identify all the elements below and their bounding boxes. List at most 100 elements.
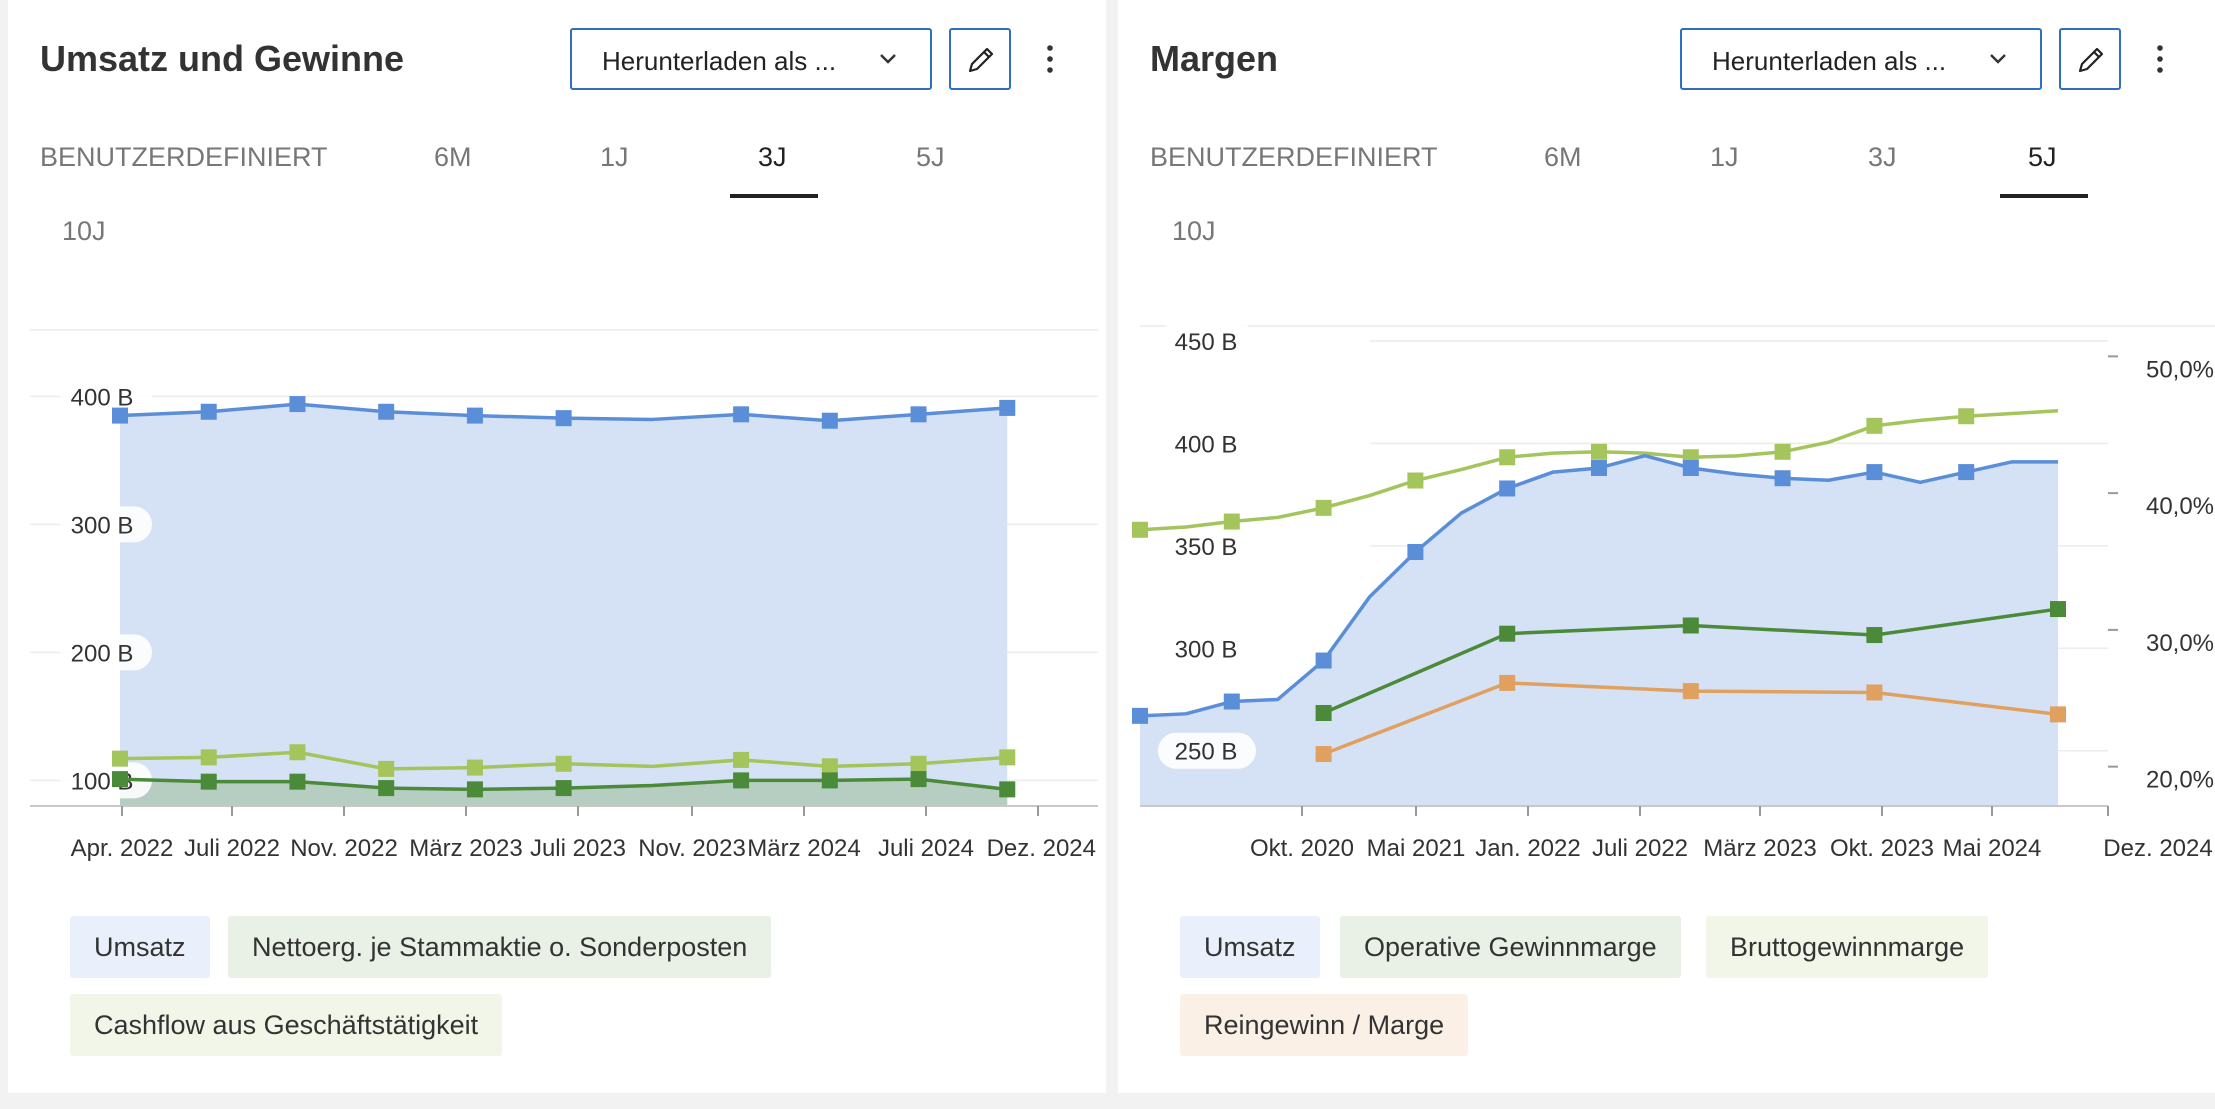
marker-umsatz: [466, 407, 483, 424]
marker-operative-gewinnmarge: [1315, 705, 1332, 722]
marker-cashflow-aus-gesch-ftst-tigkeit: [999, 749, 1016, 766]
y-right-tick-label: 50,0%: [2146, 356, 2214, 383]
x-tick-label: März 2023: [1703, 835, 1816, 862]
x-tick-label: Juli 2022: [184, 835, 280, 862]
marker-bruttogewinnmarge: [1315, 499, 1332, 516]
x-tick-label: Nov. 2022: [290, 835, 398, 862]
marker-cashflow-aus-gesch-ftst-tigkeit: [821, 758, 838, 775]
x-tick-label: Nov. 2023: [638, 835, 746, 862]
y-tick-label: 300 B: [71, 512, 134, 539]
area-umsatz: [120, 404, 1008, 806]
marker-umsatz: [733, 406, 750, 423]
marker-cashflow-aus-gesch-ftst-tigkeit: [378, 760, 395, 777]
marker-reingewinn-marge: [1499, 674, 1516, 691]
x-tick-label: Jan. 2022: [1475, 835, 1580, 862]
marker-cashflow-aus-gesch-ftst-tigkeit: [555, 755, 572, 772]
marker-reingewinn-marge: [1315, 746, 1332, 763]
marker-reingewinn-marge: [1682, 683, 1699, 700]
x-tick-label: März 2023: [409, 835, 522, 862]
x-tick-label: Juli 2024: [878, 835, 974, 862]
legend-item-bruttogewinnmarge[interactable]: Bruttogewinnmarge: [1706, 916, 1989, 978]
marker-nettoerg-je-stammaktie-o-sonderposten: [999, 781, 1016, 798]
legend-item-umsatz[interactable]: Umsatz: [1180, 916, 1320, 978]
legend-item-cashflow[interactable]: Cashflow aus Geschäftstätigkeit: [70, 994, 503, 1056]
marker-nettoerg-je-stammaktie-o-sonderposten: [378, 780, 395, 797]
marker-nettoerg-je-stammaktie-o-sonderposten: [466, 781, 483, 798]
marker-bruttogewinnmarge: [1866, 417, 1883, 434]
marker-nettoerg-je-stammaktie-o-sonderposten: [733, 772, 750, 789]
y-tick-label: 400 B: [71, 384, 134, 411]
marker-umsatz: [999, 399, 1016, 416]
marker-bruttogewinnmarge: [1407, 472, 1424, 489]
marker-operative-gewinnmarge: [1866, 627, 1883, 644]
marker-operative-gewinnmarge: [1682, 617, 1699, 634]
revenue-profit-chart: 100 B200 B300 B400 BApr. 2022 Juli 2022 No…: [30, 329, 1098, 862]
panel-umsatz-und-gewinne: Umsatz und Gewinne Herunterladen als ...…: [8, 0, 1106, 1093]
x-tick-label: März 2024: [747, 835, 860, 862]
marker-nettoerg-je-stammaktie-o-sonderposten: [200, 773, 217, 790]
marker-umsatz: [200, 403, 217, 420]
marker-umsatz: [555, 410, 572, 427]
y-left-tick-label: 450 B: [1175, 329, 1238, 356]
marker-umsatz: [289, 396, 306, 413]
marker-cashflow-aus-gesch-ftst-tigkeit: [112, 750, 128, 767]
marker-umsatz: [1223, 693, 1240, 710]
y-left-tick-label: 300 B: [1175, 636, 1238, 663]
y-right-tick-label: 30,0%: [2146, 630, 2214, 657]
marker-umsatz: [821, 412, 838, 429]
y-left-tick-label: 250 B: [1175, 739, 1238, 766]
marker-nettoerg-je-stammaktie-o-sonderposten: [821, 772, 838, 789]
marker-umsatz: [1407, 543, 1424, 560]
marker-bruttogewinnmarge: [1958, 408, 1975, 425]
marker-cashflow-aus-gesch-ftst-tigkeit: [200, 749, 217, 766]
marker-umsatz: [1682, 459, 1699, 476]
marker-umsatz: [378, 403, 395, 420]
y-left-tick-label: 400 B: [1175, 431, 1238, 458]
marker-operative-gewinnmarge: [1499, 625, 1516, 642]
legend-item-operative-gewinnmarge[interactable]: Operative Gewinnmarge: [1340, 916, 1681, 978]
panel-margen: Margen Herunterladen als ... BENUTZERDEF…: [1118, 0, 2215, 1093]
x-tick-label: Mai 2024: [1943, 835, 2042, 862]
marker-reingewinn-marge: [2050, 706, 2066, 723]
y-left-tick-label: 350 B: [1175, 534, 1238, 561]
marker-bruttogewinnmarge: [1774, 443, 1791, 460]
x-tick-label: Okt. 2020: [1250, 835, 1354, 862]
x-tick-label: Dez. 2024: [2103, 835, 2212, 862]
x-tick-label: Juli 2022: [1592, 835, 1688, 862]
y-right-tick-label: 20,0%: [2146, 767, 2214, 794]
marker-nettoerg-je-stammaktie-o-sonderposten: [910, 771, 927, 788]
marker-umsatz: [112, 407, 128, 424]
marker-umsatz: [1591, 459, 1607, 476]
marker-cashflow-aus-gesch-ftst-tigkeit: [910, 755, 927, 772]
marker-operative-gewinnmarge: [2050, 601, 2066, 618]
marker-bruttogewinnmarge: [1591, 443, 1607, 460]
legend-item-reingewinn-marge[interactable]: Reingewinn / Marge: [1180, 994, 1469, 1056]
marker-umsatz: [1499, 480, 1516, 497]
x-tick-label: Apr. 2022: [71, 835, 174, 862]
margins-chart: 250 B 300 B 350 B 400 B 450 B 20,0% 30,0% 40,0%…: [1132, 322, 2215, 862]
marker-umsatz: [1866, 464, 1883, 481]
x-tick-label: Juli 2023: [530, 835, 626, 862]
marker-cashflow-aus-gesch-ftst-tigkeit: [289, 744, 306, 761]
marker-umsatz: [1774, 470, 1791, 487]
x-tick-label: Okt. 2023: [1830, 835, 1934, 862]
marker-cashflow-aus-gesch-ftst-tigkeit: [466, 759, 483, 776]
marker-bruttogewinnmarge: [1132, 521, 1148, 538]
legend-item-umsatz[interactable]: Umsatz: [70, 916, 210, 978]
marker-reingewinn-marge: [1866, 684, 1883, 701]
y-right-tick-label: 40,0%: [2146, 493, 2214, 520]
marker-umsatz: [1958, 464, 1975, 481]
marker-bruttogewinnmarge: [1223, 513, 1240, 530]
y-tick-label: 200 B: [71, 640, 134, 667]
marker-umsatz: [1315, 652, 1332, 669]
marker-umsatz: [910, 406, 927, 423]
x-tick-label: Mai 2021: [1367, 835, 1466, 862]
marker-nettoerg-je-stammaktie-o-sonderposten: [555, 780, 572, 797]
marker-bruttogewinnmarge: [1499, 449, 1516, 466]
marker-nettoerg-je-stammaktie-o-sonderposten: [112, 771, 128, 788]
marker-umsatz: [1132, 707, 1148, 724]
marker-cashflow-aus-gesch-ftst-tigkeit: [733, 751, 750, 768]
marker-nettoerg-je-stammaktie-o-sonderposten: [289, 773, 306, 790]
legend-item-nettoergebnis[interactable]: Nettoerg. je Stammaktie o. Sonderposten: [228, 916, 772, 978]
x-tick-label: Dez. 2024: [987, 835, 1096, 862]
